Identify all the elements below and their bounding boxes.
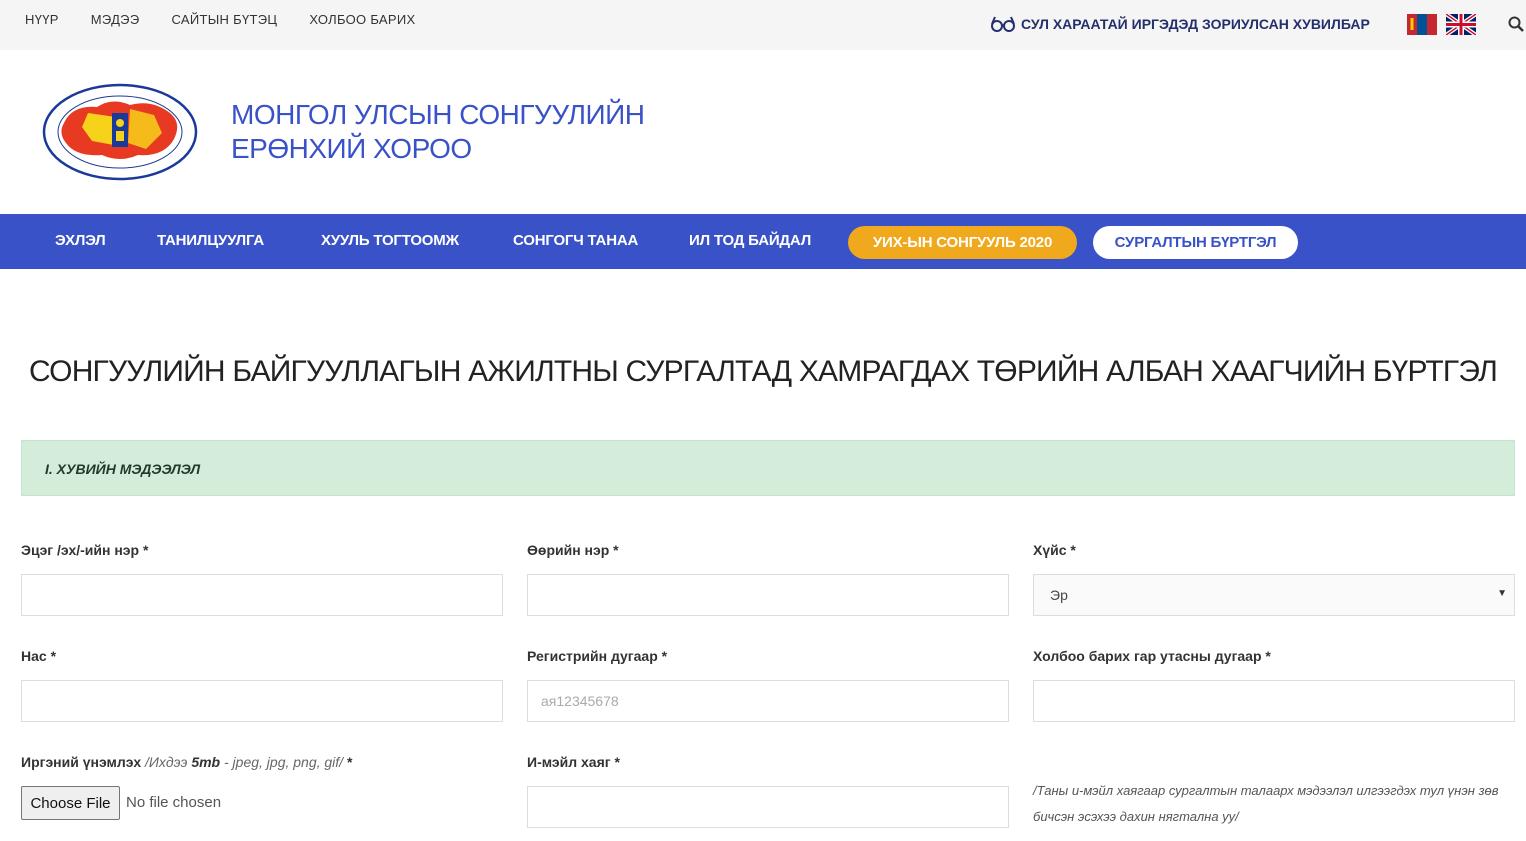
top-utility-bar: НҮҮР МЭДЭЭ САЙТЫН БҮТЭЦ ХОЛБОО БАРИХ СУЛ… [0, 0, 1526, 50]
accessibility-label: СУЛ ХАРААТАЙ ИРГЭДЭД ЗОРИУЛСАН ХУВИЛБАР [1021, 16, 1370, 32]
gender-select[interactable]: Эр ▼ [1033, 574, 1515, 616]
register-input[interactable] [527, 680, 1009, 722]
age-input[interactable] [21, 680, 503, 722]
id-hint-prefix: /Ихдээ [141, 754, 192, 770]
search-icon[interactable] [1508, 16, 1524, 32]
top-links: НҮҮР МЭДЭЭ САЙТЫН БҮТЭЦ ХОЛБОО БАРИХ [25, 12, 447, 27]
register-label: Регистрийн дугаар * [527, 648, 668, 664]
gender-selected-value: Эр [1050, 587, 1068, 603]
nav-item-about[interactable]: ТАНИЛЦУУЛГА [157, 232, 264, 249]
gender-label: Хүйс * [1033, 542, 1076, 558]
email-label: И-мэйл хаяг * [527, 754, 620, 770]
accessibility-link[interactable]: СУЛ ХАРААТАЙ ИРГЭДЭД ЗОРИУЛСАН ХУВИЛБАР [991, 15, 1370, 33]
own-name-label: Өөрийн нэр * [527, 542, 619, 558]
phone-input[interactable] [1033, 680, 1515, 722]
mongolian-flag-icon[interactable] [1407, 14, 1437, 35]
choose-file-button[interactable]: Choose File [21, 786, 120, 820]
phone-label: Холбоо барих гар утасны дугаар * [1033, 648, 1271, 664]
id-card-label: Иргэний үнэмлэх /Ихдээ 5mb - jpeg, jpg, … [21, 754, 352, 770]
main-nav: ЭХЛЭЛ ТАНИЛЦУУЛГА ХУУЛЬ ТОГТООМЖ СОНГОГЧ… [0, 214, 1526, 269]
page-title: СОНГУУЛИЙН БАЙГУУЛЛАГЫН АЖИЛТНЫ СУРГАЛТА… [28, 355, 1498, 388]
nav-pill-election-2020[interactable]: УИХ-ЫН СОНГУУЛЬ 2020 [848, 226, 1077, 259]
site-title-line2: ЕРӨНХИЙ ХОРОО [231, 133, 472, 164]
top-link-sitemap[interactable]: САЙТЫН БҮТЭЦ [171, 12, 277, 27]
id-required-mark: * [343, 754, 353, 770]
id-card-label-text: Иргэний үнэмлэх [21, 754, 142, 770]
dropdown-arrow-icon: ▼ [1497, 588, 1507, 599]
top-link-contact[interactable]: ХОЛБОО БАРИХ [309, 12, 415, 27]
nav-item-voter[interactable]: СОНГОГЧ ТАНАА [513, 232, 638, 249]
section-personal-info: I. ХУВИЙН МЭДЭЭЛЭЛ [21, 440, 1515, 496]
id-card-hint: /Ихдээ 5mb - jpeg, jpg, png, gif/ [141, 754, 343, 770]
nav-item-transparency[interactable]: ИЛ ТОД БАЙДАЛ [689, 232, 811, 249]
glasses-icon [991, 16, 1015, 32]
father-name-input[interactable] [21, 574, 503, 616]
site-header: МОНГОЛ УЛСЫН СОНГУУЛИЙН ЕРӨНХИЙ ХОРОО [0, 50, 1526, 214]
site-title[interactable]: МОНГОЛ УЛСЫН СОНГУУЛИЙН ЕРӨНХИЙ ХОРОО [231, 98, 645, 166]
id-hint-size: 5mb [191, 754, 221, 770]
own-name-input[interactable] [527, 574, 1009, 616]
email-input[interactable] [527, 786, 1009, 828]
email-note: /Таны и-мэйл хаягаар сургалтын талаарх м… [1033, 783, 1499, 824]
nav-item-laws[interactable]: ХУУЛЬ ТОГТООМЖ [321, 232, 459, 249]
nav-pill-training-registration[interactable]: СУРГАЛТЫН БҮРТГЭЛ [1093, 226, 1298, 259]
top-link-home[interactable]: НҮҮР [25, 12, 59, 27]
section-label: I. ХУВИЙН МЭДЭЭЛЭЛ [45, 461, 201, 477]
top-link-news[interactable]: МЭДЭЭ [91, 12, 140, 27]
election-commission-logo[interactable] [42, 83, 198, 181]
id-hint-suffix: - jpeg, jpg, png, gif/ [220, 754, 344, 770]
file-status: No file chosen [126, 794, 222, 811]
english-flag-icon[interactable] [1446, 14, 1476, 35]
age-label: Нас * [21, 648, 57, 664]
site-title-line1: МОНГОЛ УЛСЫН СОНГУУЛИЙН [231, 99, 645, 130]
nav-item-home[interactable]: ЭХЛЭЛ [55, 232, 106, 249]
father-name-label: Эцэг /эх/-ийн нэр * [21, 542, 149, 558]
